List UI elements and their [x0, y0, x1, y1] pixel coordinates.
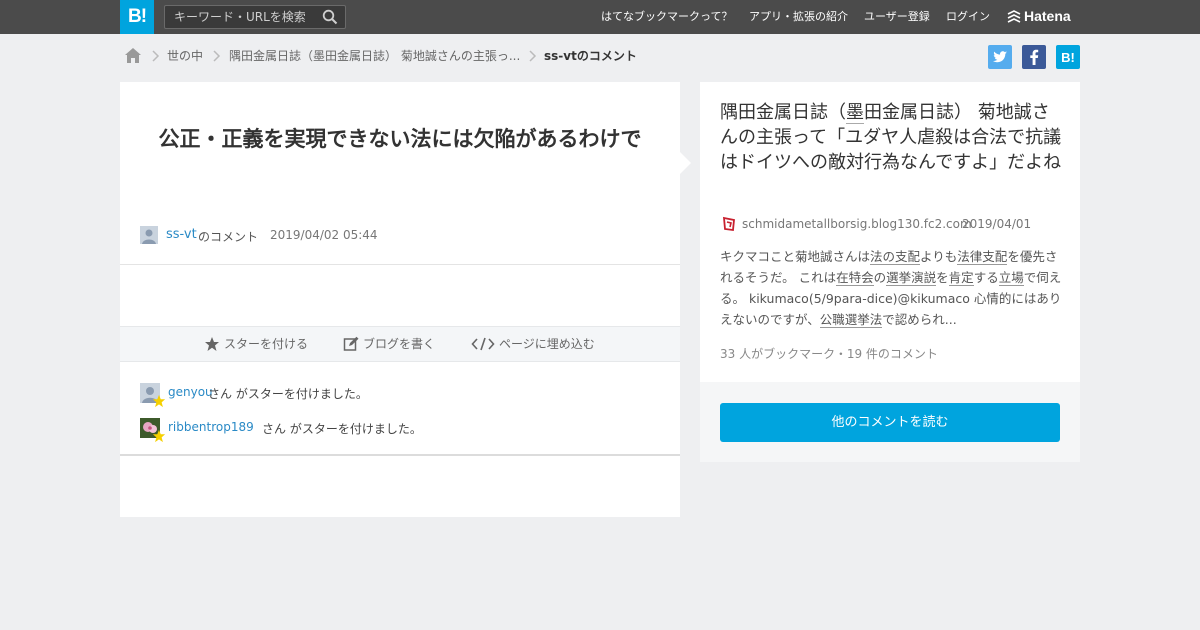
add-star-button[interactable]: スターを付ける	[204, 327, 314, 361]
svg-text:B!: B!	[1061, 50, 1075, 65]
hatena-brand[interactable]: Hatena	[1024, 0, 1071, 33]
summary-keyword[interactable]: 法の支配	[870, 249, 921, 265]
facebook-share-button[interactable]	[1022, 45, 1046, 69]
comment-text: 公正・正義を実現できない法には欠陥があるわけで	[158, 127, 642, 151]
hatena-bookmark-share-button[interactable]: B!	[1056, 45, 1080, 69]
hatena-bookmark-logo[interactable]: B!	[120, 0, 154, 34]
yellow-star-icon	[152, 429, 166, 443]
entry-summary: キクマコこと菊地誠さんは法の支配よりも法律支配を優先されるそうだ。 これは在特会…	[720, 246, 1065, 330]
entry-title[interactable]: 隅田金属日誌（墨田金属日誌） 菊地誠さんの主張って「ユダヤ人虐殺は合法で抗議はド…	[720, 100, 1065, 175]
comment-date[interactable]: 2019/04/02 05:44	[270, 228, 378, 242]
summary-text: の	[873, 270, 887, 285]
summary-text: よりも	[920, 249, 958, 264]
nav-register[interactable]: ユーザー登録	[864, 0, 930, 34]
comment-suffix: のコメント	[198, 230, 259, 244]
star-row: ribbentrop189 さん がスターを付けました。	[140, 418, 660, 443]
breadcrumb-entry[interactable]: 隅田金属日誌（墨田金属日誌） 菊地誠さんの主張っ...	[229, 48, 520, 65]
embed-label: ページに埋め込む	[499, 337, 595, 351]
hatena-bookmark-icon: B!	[1061, 50, 1075, 65]
summary-text: する	[973, 270, 999, 285]
bookmark-counts[interactable]: 33 人がブックマーク・19 件のコメント	[720, 345, 938, 362]
breadcrumb-current: ss-vtのコメント	[544, 49, 637, 63]
entry-card-footer: 他のコメントを読む	[700, 382, 1080, 462]
hatena-mark-icon	[1007, 10, 1021, 23]
write-blog-label: ブログを書く	[363, 337, 436, 351]
chevron-right-icon	[213, 50, 221, 62]
site-favicon-icon	[721, 216, 737, 232]
star-text: さん がスターを付けました。	[208, 387, 368, 401]
yellow-star-icon	[152, 394, 166, 408]
twitter-icon	[993, 51, 1007, 63]
search-input[interactable]	[165, 6, 315, 28]
chevron-right-icon	[152, 50, 160, 62]
search-icon[interactable]	[322, 9, 338, 25]
top-bar: B! はてなブックマークって？ アプリ・拡張の紹介 ユーザー登録 ログイン Ha…	[0, 0, 1200, 34]
star-user-link[interactable]: ribbentrop189	[168, 420, 254, 434]
summary-text: キクマコこと菊地誠さんは	[720, 249, 871, 264]
comment-card: 公正・正義を実現できない法には欠陥があるわけで ss-vt のコメント 2019…	[120, 82, 680, 517]
star-row: genyou さん がスターを付けました。	[140, 383, 660, 408]
summary-text: を	[936, 270, 949, 285]
summary-keyword[interactable]: 立場	[998, 270, 1024, 286]
summary-keyword[interactable]: 肯定	[948, 270, 974, 286]
entry-card: 隅田金属日誌（墨田金属日誌） 菊地誠さんの主張って「ユダヤ人虐殺は合法で抗議はド…	[700, 82, 1080, 382]
breadcrumb-category[interactable]: 世の中	[167, 48, 203, 65]
summary-keyword[interactable]: 公職選挙法	[819, 312, 883, 328]
entry-title-part: 隅田金属日誌（	[720, 102, 846, 123]
entry-site-link[interactable]: schmidametallborsig.blog130.fc2.com	[742, 217, 972, 231]
facebook-icon	[1030, 49, 1039, 65]
nav-login[interactable]: ログイン	[946, 0, 990, 34]
divider	[120, 454, 680, 456]
search-box	[164, 5, 346, 29]
divider	[120, 264, 680, 265]
embed-button[interactable]: ページに埋め込む	[471, 327, 601, 361]
nav-about[interactable]: はてなブックマークって？	[601, 0, 732, 34]
edit-icon	[343, 336, 359, 351]
entry-title-keyword[interactable]: 墨	[846, 102, 864, 124]
summary-keyword[interactable]: 法律支配	[957, 249, 1008, 265]
summary-text: で認められ...	[882, 312, 957, 327]
comment-user-link[interactable]: ss-vt	[166, 227, 197, 242]
read-other-comments-button[interactable]: 他のコメントを読む	[720, 403, 1060, 442]
summary-keyword[interactable]: 在特会	[836, 270, 874, 286]
summary-keyword[interactable]: 選挙演説	[886, 270, 937, 286]
code-icon	[471, 337, 495, 351]
star-text: さん がスターを付けました。	[262, 422, 422, 436]
chevron-right-icon	[529, 50, 537, 62]
nav-apps[interactable]: アプリ・拡張の紹介	[749, 0, 848, 34]
write-blog-button[interactable]: ブログを書く	[343, 327, 443, 361]
entry-date: 2019/04/01	[962, 217, 1032, 231]
home-icon[interactable]	[124, 47, 142, 64]
star-user-link[interactable]: genyou	[168, 385, 213, 399]
star-icon	[205, 337, 219, 351]
twitter-share-button[interactable]	[988, 45, 1012, 69]
user-avatar[interactable]	[140, 226, 158, 244]
add-star-label: スターを付ける	[224, 337, 309, 351]
action-toolbar: スターを付ける ブログを書く ページに埋め込む	[120, 326, 680, 362]
card-pointer	[680, 152, 691, 174]
